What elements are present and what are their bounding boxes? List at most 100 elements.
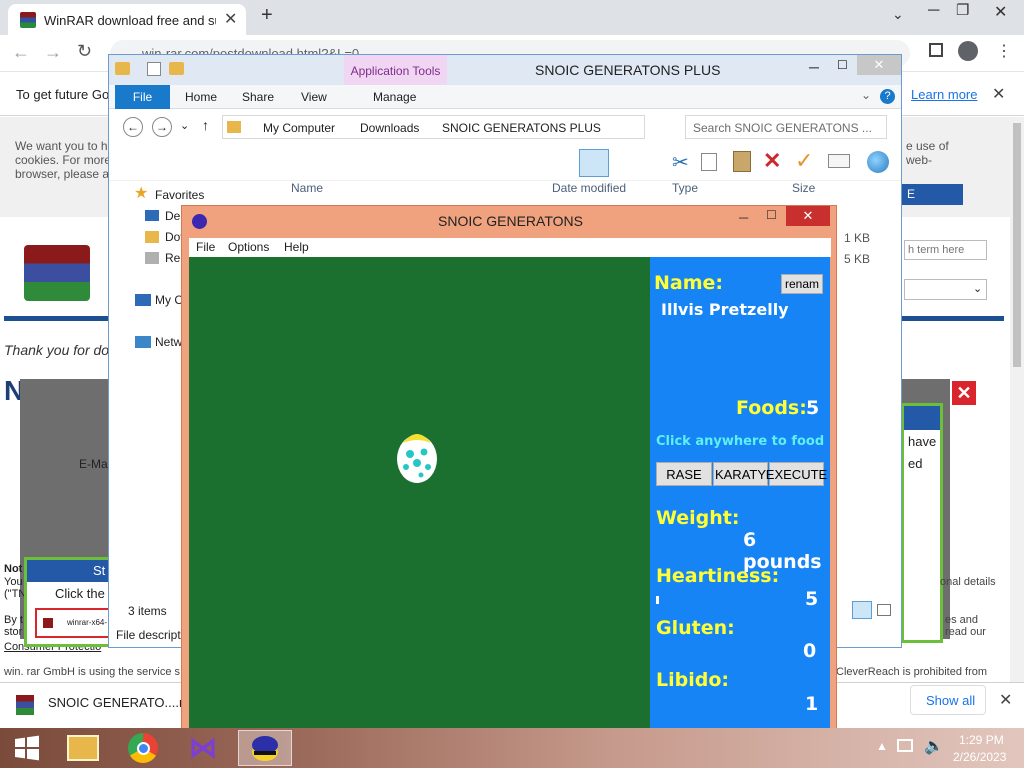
- forward-icon[interactable]: →: [44, 42, 62, 63]
- tab-close-icon[interactable]: ✕: [224, 9, 237, 29]
- newsletter-card: have ed: [901, 403, 943, 643]
- column-date-modified[interactable]: Date modified: [552, 181, 626, 195]
- tab-home[interactable]: Home: [185, 90, 217, 104]
- rename-button[interactable]: renam: [781, 274, 823, 294]
- delete-icon[interactable]: ✕: [763, 148, 781, 174]
- explorer-maximize-icon[interactable]: ☐: [837, 58, 848, 72]
- start-button[interactable]: [0, 730, 54, 766]
- menu-icon[interactable]: ⋮: [996, 41, 1012, 61]
- game-maximize-icon[interactable]: ☐: [766, 208, 777, 222]
- explorer-title-bar: Application Tools SNOIC GENERATONS PLUS …: [109, 55, 901, 85]
- clock-time[interactable]: 1:29 PM: [959, 733, 1004, 747]
- profile-icon[interactable]: [958, 41, 978, 61]
- taskbar-visual-studio[interactable]: ⋈: [176, 730, 230, 766]
- chrome-icon: [128, 733, 158, 763]
- new-tab-icon[interactable]: +: [261, 4, 273, 27]
- nav-network[interactable]: Netw: [155, 335, 182, 349]
- reload-icon[interactable]: ↻: [77, 41, 92, 62]
- infobar-close-icon[interactable]: ✕: [992, 84, 1005, 104]
- download-filename[interactable]: SNOIC GENERATO....rar: [48, 695, 195, 710]
- scissors-icon[interactable]: ✂: [672, 150, 689, 175]
- close-icon[interactable]: ✕: [994, 2, 1007, 22]
- bottom-left-text: win. rar GmbH is using the service s: [4, 666, 181, 678]
- visual-studio-icon: ⋈: [189, 732, 217, 763]
- cookie-accept-button[interactable]: E: [901, 184, 963, 205]
- browser-tab[interactable]: WinRAR download free and supp ✕: [8, 4, 246, 35]
- execute-button[interactable]: EXECUTE: [766, 462, 827, 486]
- download-bar-close-icon[interactable]: ✕: [999, 690, 1012, 710]
- explorer-title: SNOIC GENERATONS PLUS: [535, 62, 721, 78]
- ribbon-expand-icon[interactable]: ⌄: [861, 88, 871, 102]
- status-items: 3 items: [128, 604, 167, 618]
- tab-file[interactable]: File: [115, 85, 170, 109]
- tray-volume-icon[interactable]: 🔈: [924, 736, 944, 756]
- note-lines: You ("TN: [4, 576, 27, 600]
- column-size[interactable]: Size: [792, 181, 815, 195]
- column-name[interactable]: Name: [291, 181, 323, 195]
- game-close-icon[interactable]: ✕: [786, 206, 830, 226]
- explorer-minimize-icon[interactable]: ─: [809, 59, 819, 75]
- file-size-1: 1 KB: [844, 231, 871, 245]
- up-icon[interactable]: ↑: [202, 117, 209, 133]
- tab-view[interactable]: View: [301, 90, 327, 104]
- karaty-button[interactable]: KARATY: [713, 462, 768, 486]
- menu-help[interactable]: Help: [284, 240, 309, 254]
- explorer-search-box[interactable]: Search SNOIC GENERATONS ...: [685, 115, 887, 139]
- explorer-forward-icon[interactable]: →: [152, 117, 172, 137]
- game-minimize-icon[interactable]: ─: [739, 210, 748, 225]
- breadcrumb-current[interactable]: SNOIC GENERATONS PLUS: [442, 121, 601, 135]
- rase-button[interactable]: RASE: [656, 462, 712, 486]
- desktop-icon: [145, 210, 159, 221]
- menu-options[interactable]: Options: [228, 240, 269, 254]
- explorer-close-icon[interactable]: ✕: [857, 55, 901, 75]
- back-icon[interactable]: ←: [12, 42, 30, 63]
- snoic-app-icon: [252, 736, 278, 761]
- address-box[interactable]: My Computer Downloads SNOIC GENERATONS P…: [222, 115, 645, 139]
- webpage-search-input[interactable]: [904, 240, 987, 260]
- tab-search-icon[interactable]: ⌄: [892, 6, 904, 23]
- restore-icon[interactable]: ❐: [956, 1, 969, 19]
- game-canvas[interactable]: [189, 257, 650, 731]
- new-folder-icon[interactable]: [169, 62, 184, 75]
- popup-file-box[interactable]: winrar-x64-: [35, 608, 111, 638]
- heartiness-bar: [656, 596, 659, 604]
- large-icons-view-icon[interactable]: [877, 604, 891, 616]
- globe-icon[interactable]: [867, 151, 889, 173]
- paste-icon[interactable]: [733, 151, 751, 172]
- tab-manage[interactable]: Manage: [373, 90, 416, 104]
- details-view-icon[interactable]: [852, 601, 872, 619]
- explorer-back-icon[interactable]: ←: [123, 117, 143, 137]
- overlay-close-button[interactable]: ✕: [952, 381, 976, 405]
- minimize-icon[interactable]: ─: [928, 2, 939, 20]
- popup-title: St: [93, 563, 106, 578]
- tray-network-icon[interactable]: [897, 739, 913, 752]
- taskbar-chrome[interactable]: [116, 730, 170, 766]
- breadcrumb-my-computer[interactable]: My Computer: [263, 121, 335, 135]
- tray-up-icon[interactable]: ▲: [876, 739, 888, 753]
- page-scrollbar[interactable]: [1010, 117, 1024, 682]
- scrollbar-thumb[interactable]: [1013, 123, 1021, 367]
- help-icon[interactable]: ?: [880, 89, 895, 104]
- egg-pet[interactable]: [393, 427, 441, 485]
- popup-click-text: Click the: [55, 586, 105, 601]
- recent-locations-icon[interactable]: ⌄: [180, 119, 189, 132]
- pane-icon[interactable]: [579, 149, 609, 177]
- rename-icon[interactable]: [828, 154, 850, 168]
- check-icon[interactable]: ✓: [795, 148, 813, 174]
- taskbar-snoic-game[interactable]: [238, 730, 292, 766]
- cookie-text-right: e use of web-: [906, 139, 949, 167]
- copy-icon[interactable]: [701, 153, 717, 171]
- column-type[interactable]: Type: [672, 181, 698, 195]
- breadcrumb-downloads[interactable]: Downloads: [360, 121, 419, 135]
- learn-more-link[interactable]: Learn more: [911, 87, 977, 102]
- nav-computer[interactable]: My C: [155, 293, 183, 307]
- taskbar-file-explorer[interactable]: [56, 730, 110, 766]
- menu-file[interactable]: File: [196, 240, 215, 254]
- nav-favorites[interactable]: Favorites: [155, 188, 204, 202]
- clock-date[interactable]: 2/26/2023: [953, 750, 1006, 764]
- tab-share[interactable]: Share: [242, 90, 274, 104]
- sidepanel-icon[interactable]: [929, 43, 943, 57]
- language-select[interactable]: ⌄: [904, 279, 987, 300]
- properties-icon[interactable]: [147, 62, 161, 76]
- show-all-button[interactable]: Show all: [910, 685, 986, 715]
